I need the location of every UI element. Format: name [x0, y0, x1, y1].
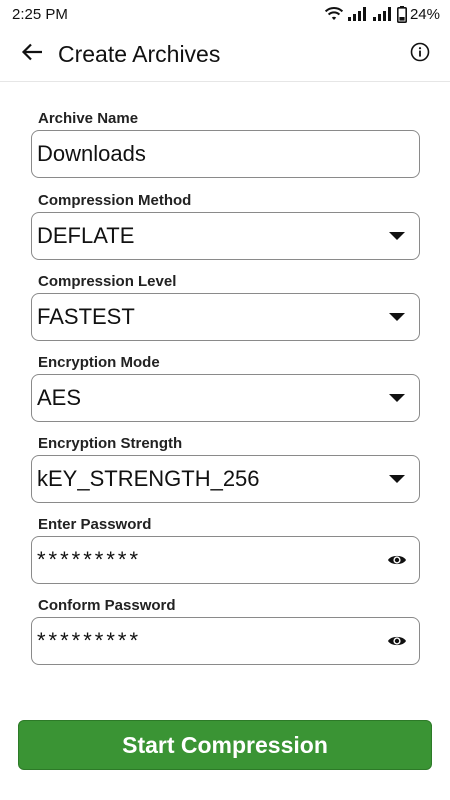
page-title: Create Archives [58, 41, 221, 67]
confirm-password-label: Conform Password [38, 597, 176, 614]
arrow-left-icon [21, 43, 43, 66]
compression-level-label: Compression Level [38, 273, 177, 290]
battery-icon [396, 5, 407, 23]
signal-icon [347, 6, 369, 22]
password-input[interactable]: ********* [31, 536, 420, 584]
status-icons: 24% [324, 5, 440, 23]
archive-name-value: Downloads [37, 141, 146, 166]
compression-method-select[interactable]: DEFLATE [31, 212, 420, 260]
encryption-mode-label: Encryption Mode [38, 354, 160, 371]
start-compression-button[interactable]: Start Compression [18, 720, 432, 770]
confirm-password-value: ********* [37, 628, 142, 653]
status-time: 2:25 PM [12, 5, 68, 23]
app-bar: Create Archives [0, 28, 450, 82]
caret-down-icon [389, 394, 405, 402]
password-label: Enter Password [38, 516, 152, 533]
battery-percent: 24% [409, 5, 440, 23]
encryption-strength-label: Encryption Strength [38, 435, 183, 452]
info-icon [410, 42, 430, 67]
archive-name-label: Archive Name [38, 110, 139, 127]
compression-level-value: FASTEST [37, 304, 135, 329]
compression-level-select[interactable]: FASTEST [31, 293, 420, 341]
status-bar: 2:25 PM 24% [0, 0, 450, 28]
encryption-mode-select[interactable]: AES [31, 374, 420, 422]
back-button[interactable] [12, 35, 52, 75]
caret-down-icon [389, 475, 405, 483]
encryption-strength-select[interactable]: kEY_STRENGTH_256 [31, 455, 420, 503]
eye-icon[interactable] [387, 634, 407, 648]
encryption-strength-value: kEY_STRENGTH_256 [37, 466, 260, 491]
info-button[interactable] [402, 37, 438, 73]
archive-name-input[interactable]: Downloads [31, 130, 420, 178]
caret-down-icon [389, 232, 405, 240]
compression-method-label: Compression Method [38, 192, 192, 209]
compression-method-value: DEFLATE [37, 223, 135, 248]
wifi-icon [324, 6, 344, 22]
password-value: ********* [37, 547, 142, 572]
encryption-mode-value: AES [37, 385, 82, 410]
confirm-password-input[interactable]: ********* [31, 617, 420, 665]
signal-icon-2 [372, 6, 394, 22]
eye-icon[interactable] [387, 553, 407, 567]
caret-down-icon [389, 313, 405, 321]
